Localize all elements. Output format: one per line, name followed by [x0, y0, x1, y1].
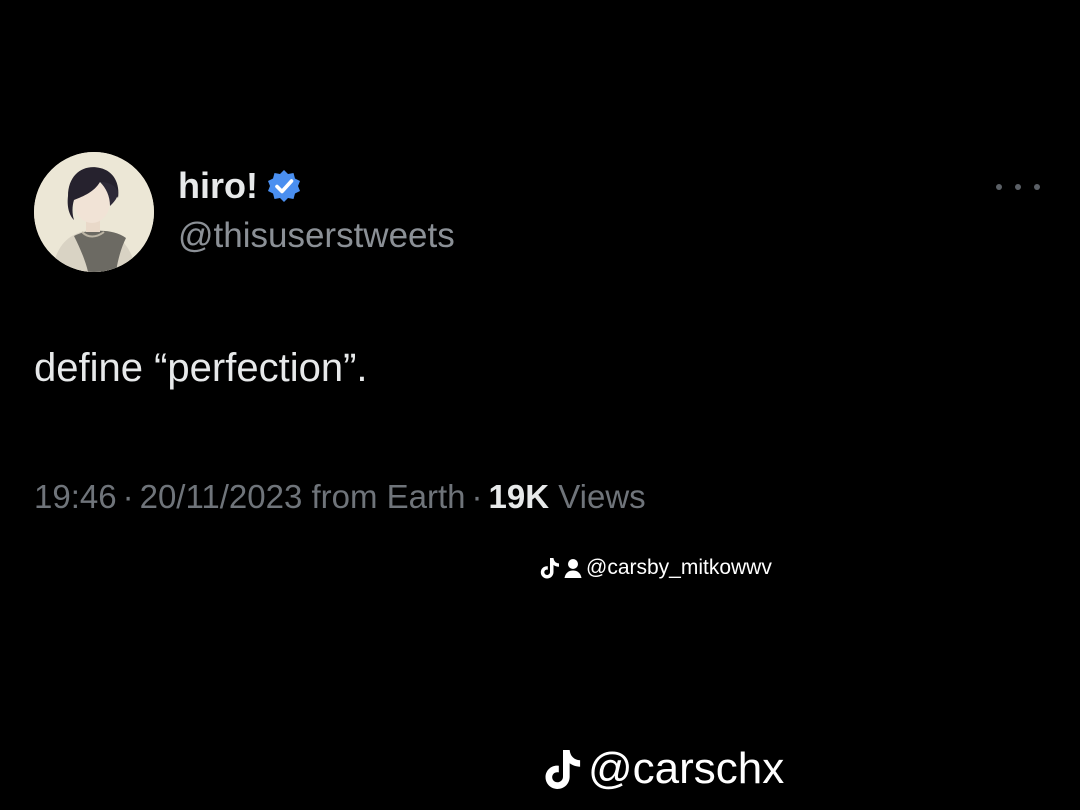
avatar[interactable] [34, 152, 154, 272]
tweet-card: hiro! @thisuserstweets define “perfectio… [0, 0, 1080, 810]
tiktok-icon [540, 557, 560, 579]
more-options-icon [996, 184, 1002, 190]
watermark-large: @carschx [544, 744, 784, 794]
verified-badge-icon [266, 168, 302, 204]
views-label: Views [558, 478, 646, 515]
watermark-small-handle: @carsby_mitkowwv [586, 556, 772, 579]
avatar-illustration [34, 152, 154, 272]
tweet-date[interactable]: 20/11/2023 [140, 478, 303, 515]
more-options-button[interactable] [996, 176, 1040, 198]
watermark-small: @carsby_mitkowwv [540, 556, 772, 580]
display-name[interactable]: hiro! [178, 165, 258, 207]
tweet-metadata: 19:46 · 20/11/2023 from Earth · 19K Views [34, 478, 646, 516]
tiktok-icon [544, 748, 582, 790]
watermark-large-handle: @carschx [588, 744, 785, 793]
separator: · [471, 478, 483, 515]
tweet-time[interactable]: 19:46 [34, 478, 117, 515]
tweet-source: from Earth [311, 478, 466, 515]
person-icon [563, 557, 583, 579]
more-options-icon [1034, 184, 1040, 190]
tweet-text: define “perfection”. [34, 346, 368, 390]
more-options-icon [1015, 184, 1021, 190]
user-handle[interactable]: @thisuserstweets [178, 216, 455, 256]
separator: · [122, 478, 134, 515]
author-name-row: hiro! [178, 165, 302, 207]
views-count[interactable]: 19K [489, 478, 550, 515]
